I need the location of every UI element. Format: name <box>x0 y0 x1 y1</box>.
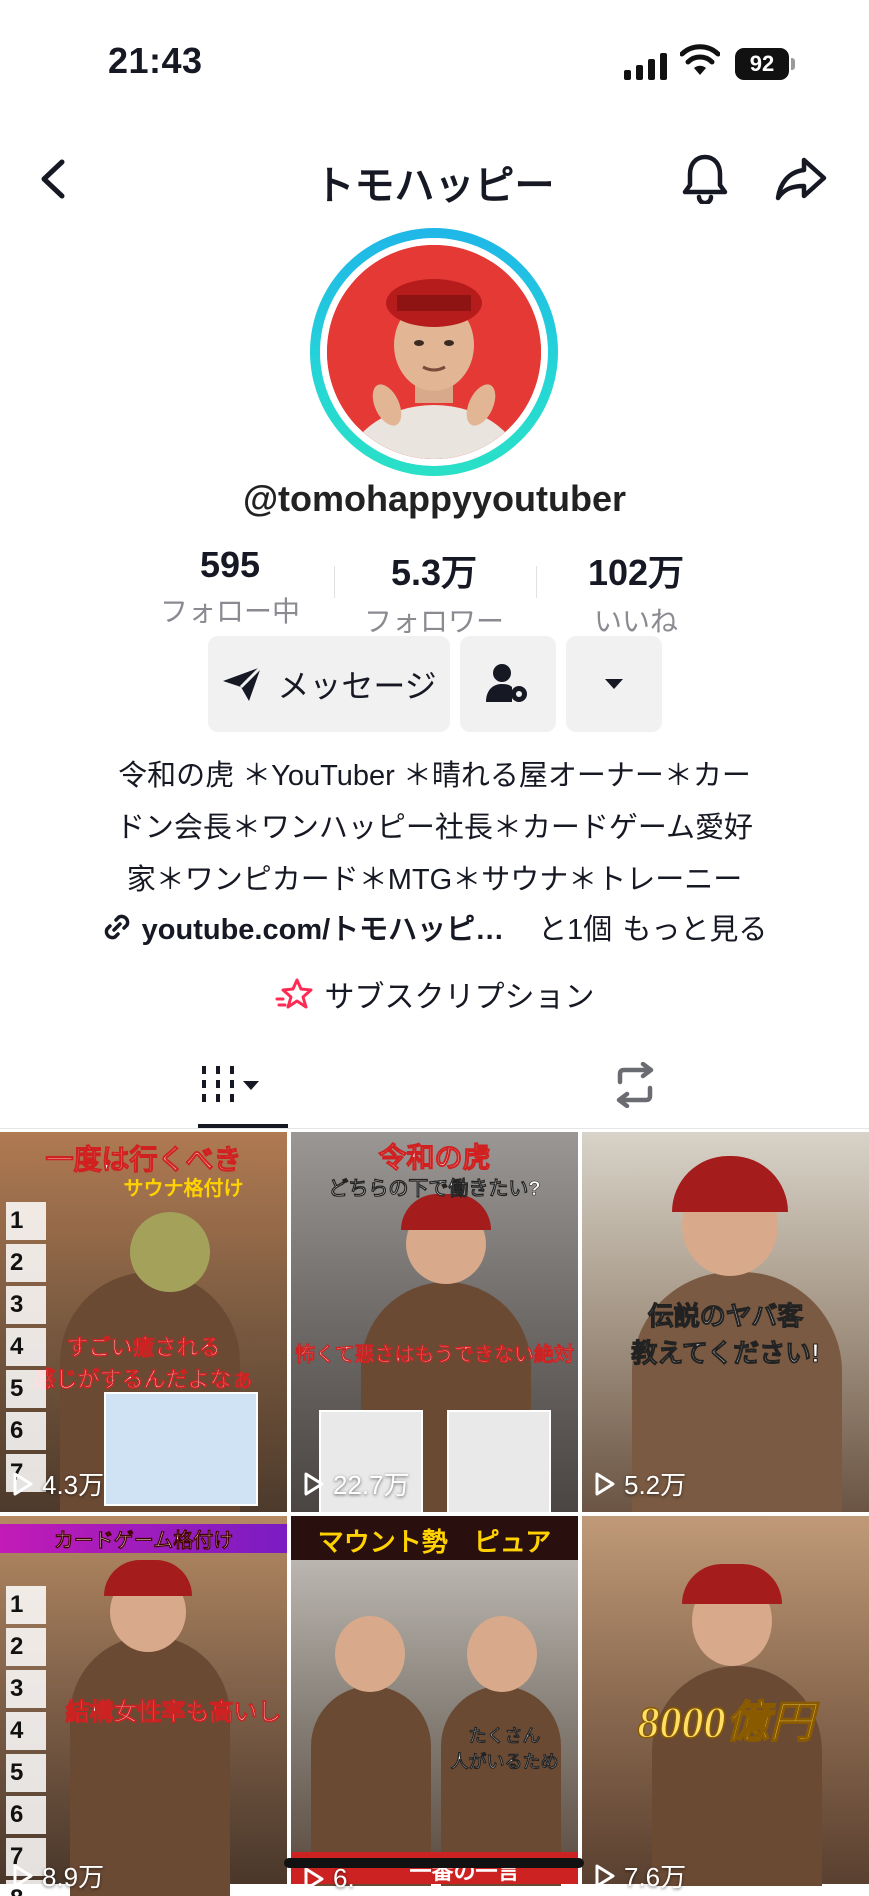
rank-number: 6 <box>6 1796 46 1834</box>
play-icon <box>13 1864 33 1887</box>
video-views: 7.6万 <box>594 1857 686 1894</box>
video-view-count: 8.9万 <box>42 1862 105 1892</box>
video-caption-title: マウント勢 ピュア <box>317 1527 552 1557</box>
status-time: 21:43 <box>108 40 203 81</box>
following-label: フォロー中 <box>159 596 300 627</box>
following-stat[interactable]: 595 フォロー中 <box>130 544 330 630</box>
page-title: トモハッピー <box>314 164 555 208</box>
caret-down-icon <box>605 679 623 689</box>
video-caption-title: 令和の虎 <box>378 1142 491 1174</box>
video-tile[interactable]: 一度は行くべき サウナ格付け すごい癒される 感じがするんだよなぁ 1 2 3 … <box>0 1132 287 1512</box>
rank-number: 4 <box>6 1328 46 1366</box>
friend-settings-button[interactable] <box>460 636 556 732</box>
subscription-star-icon <box>275 978 312 1009</box>
battery-icon: 92 <box>735 48 789 80</box>
rank-number: 1 <box>6 1586 46 1624</box>
subscription-button[interactable]: サブスクリプション <box>0 972 869 1016</box>
repost-icon[interactable] <box>610 1062 660 1108</box>
video-caption: 結構女性率も高いし <box>65 1699 282 1727</box>
subscription-label: サブスクリプション <box>324 981 595 1014</box>
likes-stat[interactable]: 102万 いいね <box>536 544 736 640</box>
rank-number: 1 <box>6 1202 46 1240</box>
person-gear-icon <box>486 664 527 702</box>
play-icon <box>595 1864 615 1887</box>
rank-number: 6 <box>6 1412 46 1450</box>
play-icon <box>304 1867 324 1890</box>
link-icon <box>104 914 129 940</box>
rank-numbers: 1 2 3 4 5 6 7 <box>6 1202 46 1492</box>
bio-link-extra[interactable]: と1個 <box>538 906 612 948</box>
avatar[interactable] <box>327 245 541 459</box>
video-caption-sub: サウナ格付け <box>123 1178 244 1200</box>
rank-number: 4 <box>6 1712 46 1750</box>
video-views: 4.3万 <box>12 1465 104 1502</box>
grid-icon <box>202 1066 234 1102</box>
bio-link-row: youtube.com/トモハッピ… と1個 もっと見る <box>0 906 869 948</box>
video-caption: 怖くて悪さはもうできない絶対 <box>295 1344 574 1367</box>
rank-numbers: 1 2 3 4 5 6 7 8 <box>6 1586 46 1896</box>
bell-icon[interactable] <box>680 152 730 204</box>
cellular-signal-icon <box>624 50 668 80</box>
message-button[interactable]: メッセージ <box>208 636 450 732</box>
likes-label: いいね <box>593 606 678 637</box>
followers-stat[interactable]: 5.3万 フォロワー <box>334 544 534 640</box>
wifi-icon <box>680 44 720 75</box>
more-dropdown-button[interactable] <box>566 636 662 732</box>
avatar-image <box>327 245 541 459</box>
bio-line-2: ドン会長＊ワンハッピー社長＊カードゲーム愛好 <box>115 812 754 844</box>
send-icon <box>223 665 263 701</box>
rank-number: 3 <box>6 1286 46 1324</box>
video-view-count: 7.6万 <box>624 1862 687 1892</box>
video-tile[interactable]: マウント勢 ピュア たくさん 人がいるため 一番の一言 6. <box>291 1516 578 1896</box>
share-icon[interactable] <box>774 156 828 202</box>
video-view-count: 4.3万 <box>42 1470 105 1500</box>
likes-count: 102万 <box>587 552 685 593</box>
tab-videos[interactable] <box>200 1060 270 1110</box>
bio-line-1: 令和の虎 ＊YouTuber ＊晴れる屋オーナー＊カー <box>118 760 751 792</box>
tabs-divider <box>0 1128 869 1129</box>
video-caption: 伝説のヤバ客 教えてください! <box>631 1301 821 1369</box>
video-view-count: 22.7万 <box>333 1470 410 1500</box>
caret-down-icon <box>243 1081 259 1090</box>
video-views: 22.7万 <box>303 1465 410 1502</box>
message-button-label: メッセージ <box>277 668 437 704</box>
video-caption-sub: どちらの下で働きたい? <box>328 1178 541 1201</box>
rank-number: 5 <box>6 1754 46 1792</box>
video-tile[interactable]: 令和の虎 どちらの下で働きたい? 怖くて悪さはもうできない絶対 22.7万 <box>291 1132 578 1512</box>
video-views: 5.2万 <box>594 1465 686 1502</box>
see-more-link[interactable]: もっと見る <box>622 906 767 948</box>
battery-nub <box>791 58 795 70</box>
play-icon <box>595 1472 615 1495</box>
following-count: 595 <box>199 544 261 585</box>
video-tile[interactable]: 8000億円 7.6万 <box>582 1516 869 1896</box>
bio-link[interactable]: youtube.com/トモハッピ… <box>142 906 505 948</box>
video-view-count: 5.2万 <box>624 1470 687 1500</box>
video-views: 8.9万 <box>12 1857 104 1894</box>
video-caption: たくさん 人がいるため <box>450 1726 559 1773</box>
rank-number: 5 <box>6 1370 46 1408</box>
followers-label: フォロワー <box>363 606 504 637</box>
home-indicator[interactable] <box>284 1858 584 1868</box>
rank-number: 2 <box>6 1244 46 1282</box>
bio-line-3: 家＊ワンピカード＊MTG＊サウナ＊トレーニー <box>126 864 743 896</box>
rank-number: 2 <box>6 1628 46 1666</box>
play-icon <box>13 1472 33 1495</box>
play-icon <box>304 1472 324 1495</box>
video-tile[interactable]: 伝説のヤバ客 教えてください! 5.2万 <box>582 1132 869 1512</box>
followers-count: 5.3万 <box>390 552 478 593</box>
profile-handle: @tomohappyyoutuber <box>242 478 627 519</box>
rank-number: 3 <box>6 1670 46 1708</box>
video-tile[interactable]: カードゲーム格付け 結構女性率も高いし 1 2 3 4 5 6 7 8 8.9万 <box>0 1516 287 1896</box>
video-caption-title: カードゲーム格付け <box>0 1524 287 1553</box>
video-caption: 8000億円 <box>637 1697 815 1748</box>
